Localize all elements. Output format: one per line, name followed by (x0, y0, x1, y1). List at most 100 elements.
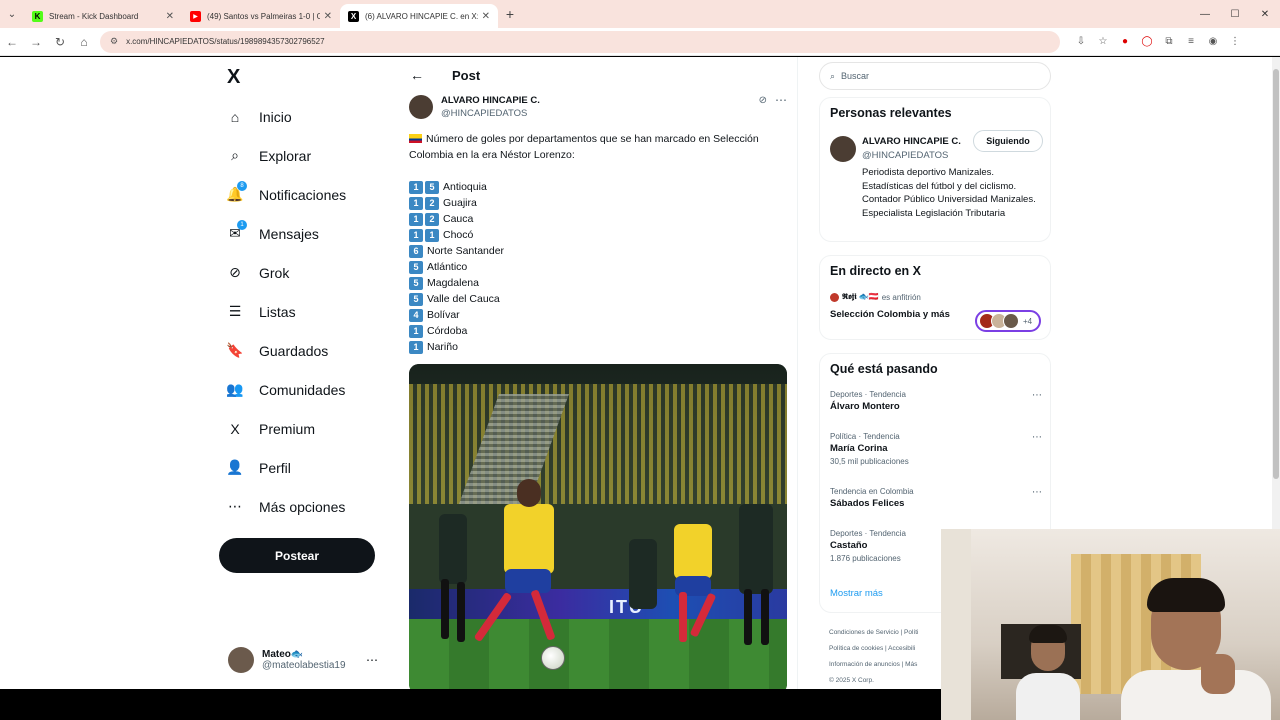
close-window-icon[interactable]: ✕ (1250, 9, 1280, 20)
minimize-icon[interactable]: — (1190, 9, 1220, 20)
live-title: En directo en X (830, 264, 921, 278)
sidebar-item-mensajes[interactable]: ✉ 1 Mensajes (225, 214, 346, 253)
home-browser-icon[interactable]: ⌂ (72, 35, 96, 49)
extensions-puzzle-icon[interactable]: ⧉ (1158, 36, 1180, 47)
keycap-digit-icon: 1 (409, 228, 423, 242)
trend-item[interactable]: Deportes · Tendencia Álvaro Montero ⋯ (830, 390, 1042, 412)
browser-tab-0[interactable]: K Stream - Kick Dashboard ✕ (24, 4, 182, 28)
scrollbar-thumb[interactable] (1273, 69, 1279, 479)
extension-red-icon[interactable]: ● (1114, 36, 1136, 47)
sidebar-item-inicio[interactable]: ⌂ Inicio (225, 97, 346, 136)
department-name: Córdoba (427, 325, 468, 337)
search-icon: ⌕ (830, 70, 836, 81)
reading-list-icon[interactable]: ≡ (1180, 36, 1202, 47)
sidebar-item-listas[interactable]: ☰ Listas (225, 292, 346, 331)
trend-category: Tendencia en Colombia (830, 487, 914, 496)
communities-icon: 👥 (226, 381, 244, 397)
browser-menu-icon[interactable]: ⋮ (1224, 36, 1246, 47)
avatar[interactable] (830, 136, 856, 162)
home-icon: ⌂ (230, 108, 240, 125)
show-more-link[interactable]: Mostrar más (830, 588, 883, 599)
more-icon[interactable]: ⋯ (1032, 432, 1042, 443)
cam-person-back (1016, 625, 1080, 720)
relevant-name[interactable]: ALVARO HINCAPIE C. (862, 136, 961, 147)
new-tab-button[interactable]: + (498, 6, 522, 22)
notification-badge: 1 (237, 219, 247, 230)
sidebar-item-grok[interactable]: ⊘ Grok (225, 253, 346, 292)
browser-tab-bar: ⌄ K Stream - Kick Dashboard ✕ ▶ (49) San… (0, 0, 1280, 28)
sidebar-item-explorar[interactable]: ⌕ Explorar (225, 136, 346, 175)
close-tab-icon[interactable]: ✕ (482, 11, 490, 22)
colombia-flag-icon (409, 134, 422, 143)
sidebar-item-perfil[interactable]: 👤 Perfil (225, 448, 346, 487)
forward-icon[interactable]: → (24, 35, 48, 49)
reload-icon[interactable]: ↻ (48, 35, 72, 49)
tab-search-icon[interactable]: ⌄ (0, 0, 24, 28)
grok-explain-icon[interactable]: ⊘ (759, 95, 767, 106)
profile-avatar-icon[interactable]: ◉ (1202, 36, 1224, 47)
post-photo[interactable]: ITU (409, 364, 787, 689)
following-button[interactable]: Siguiendo (973, 130, 1043, 152)
close-tab-icon[interactable]: ✕ (324, 11, 332, 22)
sidebar-item-label: Mensajes (259, 225, 319, 242)
site-info-icon[interactable]: ⚙ (110, 36, 118, 47)
player-yellow-main (504, 504, 554, 574)
trends-title: Qué está pasando (830, 362, 938, 376)
sidebar-item-guardados[interactable]: 🔖 Guardados (225, 331, 346, 370)
sidebar-item-comunidades[interactable]: 👥 Comunidades (225, 370, 346, 409)
more-icon[interactable]: ⋯ (1032, 390, 1042, 401)
search-placeholder: Buscar (841, 71, 870, 81)
sidebar-item-premium[interactable]: X Premium (225, 409, 346, 448)
sidebar-item-label: Explorar (259, 147, 312, 164)
sidebar-item-label: Grok (259, 264, 290, 281)
more-icon[interactable]: ⋯ (775, 93, 787, 107)
kick-icon: K (32, 10, 43, 22)
trend-item[interactable]: Tendencia en Colombia Sábados Felices ⋯ (830, 487, 1042, 509)
department-name: Atlántico (427, 261, 468, 273)
search-input[interactable]: ⌕ Buscar (819, 62, 1051, 90)
cam-hair (1147, 578, 1225, 612)
extension-opera-icon[interactable]: ◯ (1136, 36, 1158, 47)
author-name[interactable]: ALVARO HINCAPIE C. (441, 95, 540, 106)
sidebar-item-más-opciones[interactable]: ⋯ Más opciones (225, 487, 346, 526)
trend-item[interactable]: Política · Tendencia María Corina 30,5 mil… (830, 432, 1042, 466)
cam-body (1016, 673, 1080, 720)
player-dark-1 (439, 514, 467, 584)
author-avatar[interactable] (409, 95, 433, 119)
sidebar-item-notificaciones[interactable]: 🔔 8 Notificaciones (225, 175, 346, 214)
player-dark-2 (629, 539, 657, 609)
space-title[interactable]: Selección Colombia y más (830, 309, 950, 320)
back-icon[interactable]: ← (0, 35, 24, 49)
relevant-people-card: Personas relevantes ALVARO HINCAPIE C. @… (819, 97, 1051, 242)
account-switcher[interactable]: Mateo🐟 @mateolabestia19 ⋯ (228, 645, 388, 675)
sidebar-item-label: Perfil (259, 459, 291, 476)
more-icon[interactable]: ⋯ (366, 653, 378, 667)
install-app-icon[interactable]: ⇩ (1070, 36, 1092, 47)
bookmark-icon: 🔖 (226, 342, 244, 358)
x-icon: X (348, 10, 359, 22)
goal-row: 1 2 Guajira (409, 195, 789, 211)
url-field[interactable]: ⚙ x.com/HINCAPIEDATOS/status/19898943573… (100, 30, 1060, 53)
browser-tab-2[interactable]: X (6) ALVARO HINCAPIE C. en X: ✕ (340, 4, 498, 28)
post-button[interactable]: Postear (219, 538, 375, 573)
browser-tab-1[interactable]: ▶ (49) Santos vs Palmeiras 1-0 | G ✕ (182, 4, 340, 28)
department-name: Cauca (443, 213, 474, 225)
player-shorts (505, 569, 551, 593)
trend-count: 30,5 mil publicaciones (830, 457, 909, 466)
maximize-icon[interactable]: ☐ (1220, 9, 1250, 20)
youtube-icon: ▶ (190, 10, 201, 22)
close-tab-icon[interactable]: ✕ (166, 11, 174, 22)
back-arrow-icon[interactable]: ← (410, 67, 424, 83)
relevant-handle: @HINCAPIEDATOS (862, 150, 949, 161)
x-premium-icon: X (230, 420, 240, 437)
author-handle[interactable]: @HINCAPIEDATOS (441, 108, 540, 119)
goal-row: 1 2 Cauca (409, 211, 789, 227)
goal-row: 4 Bolívar (409, 307, 789, 323)
space-listeners[interactable]: +4 (975, 310, 1041, 332)
soccer-ball (541, 646, 565, 670)
player-leg (744, 589, 752, 645)
cam-hair (1029, 625, 1067, 643)
x-logo-icon[interactable]: X (227, 67, 247, 87)
bookmark-star-icon[interactable]: ☆ (1092, 36, 1114, 47)
more-icon[interactable]: ⋯ (1032, 487, 1042, 498)
